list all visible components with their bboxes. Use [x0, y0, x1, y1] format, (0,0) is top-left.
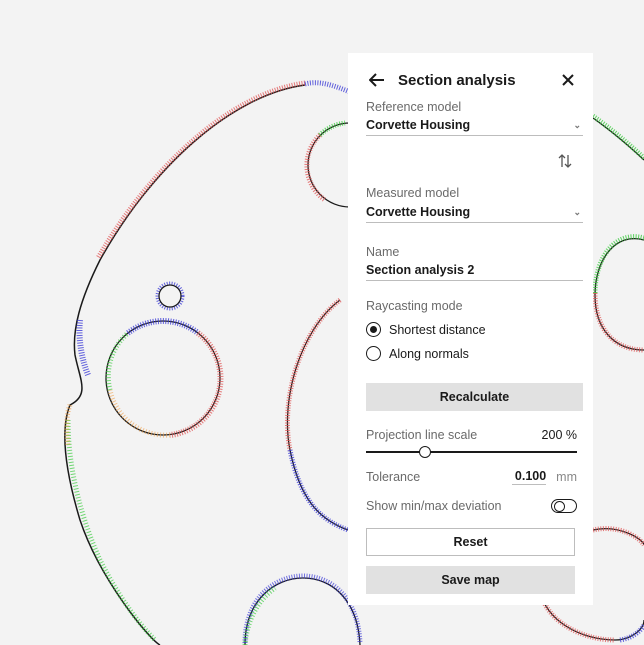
minmax-deviation-toggle[interactable]: [551, 499, 577, 513]
chevron-down-icon: ⌄: [573, 119, 581, 130]
radio-along-normals[interactable]: Along normals: [366, 346, 469, 361]
panel-title: Section analysis: [398, 71, 516, 89]
panel-header: Section analysis: [366, 62, 579, 98]
arrow-left-icon[interactable]: [366, 69, 388, 91]
section-large-circle: [286, 299, 349, 531]
radio-shortest-distance[interactable]: Shortest distance: [366, 322, 486, 337]
slider-thumb[interactable]: [419, 446, 432, 458]
section-medium-circle: [105, 320, 221, 436]
tolerance-unit: mm: [556, 470, 577, 484]
chevron-down-icon: ⌄: [573, 206, 581, 217]
toggle-knob: [554, 501, 565, 512]
reset-button[interactable]: Reset: [366, 528, 575, 556]
radio-along-normals-label: Along normals: [389, 346, 469, 361]
radio-shortest-distance-label: Shortest distance: [389, 322, 486, 337]
tolerance-label: Tolerance: [366, 470, 421, 484]
name-input[interactable]: Section analysis 2: [366, 260, 583, 281]
section-small-circle: [158, 284, 182, 308]
swap-vertical-icon[interactable]: [555, 151, 575, 171]
name-value: Section analysis 2: [366, 263, 475, 277]
deviation-band-green-lower: [65, 419, 157, 642]
close-icon[interactable]: [557, 69, 579, 91]
section-analysis-panel: Section analysis Reference model Corvett…: [348, 53, 593, 605]
raycasting-mode-label: Raycasting mode: [366, 299, 463, 313]
deviation-band-blue-left: [76, 319, 91, 377]
tolerance-row: Tolerance 0.100 mm: [366, 469, 577, 485]
measured-model-value: Corvette Housing: [366, 205, 471, 219]
save-map-button[interactable]: Save map: [366, 566, 575, 594]
deviation-band-blue-top: [304, 80, 351, 95]
reference-model-label: Reference model: [366, 100, 462, 114]
reference-model-value: Corvette Housing: [366, 118, 471, 132]
slider-track: [366, 451, 577, 453]
radio-button[interactable]: [366, 346, 381, 361]
section-outer-contour: [64, 84, 306, 645]
section-bottom-circle: [244, 577, 361, 645]
deviation-band-outer: [95, 80, 306, 260]
section-right-top-arc: [592, 117, 644, 161]
radio-button-selected[interactable]: [366, 322, 381, 337]
tolerance-input[interactable]: 0.100: [512, 469, 547, 485]
projection-line-scale-label: Projection line scale: [366, 428, 478, 442]
minmax-deviation-label: Show min/max deviation: [366, 499, 502, 513]
projection-line-scale-row: Projection line scale 200 %: [366, 428, 577, 442]
measured-model-label: Measured model: [366, 186, 460, 200]
projection-line-scale-value: 200 %: [541, 428, 577, 442]
reference-model-select[interactable]: Corvette Housing ⌄: [366, 115, 583, 136]
measured-model-select[interactable]: Corvette Housing ⌄: [366, 202, 583, 223]
name-label: Name: [366, 245, 400, 259]
projection-line-scale-slider[interactable]: [366, 445, 577, 459]
recalculate-button[interactable]: Recalculate: [366, 383, 583, 411]
minmax-deviation-row: Show min/max deviation: [366, 499, 577, 513]
